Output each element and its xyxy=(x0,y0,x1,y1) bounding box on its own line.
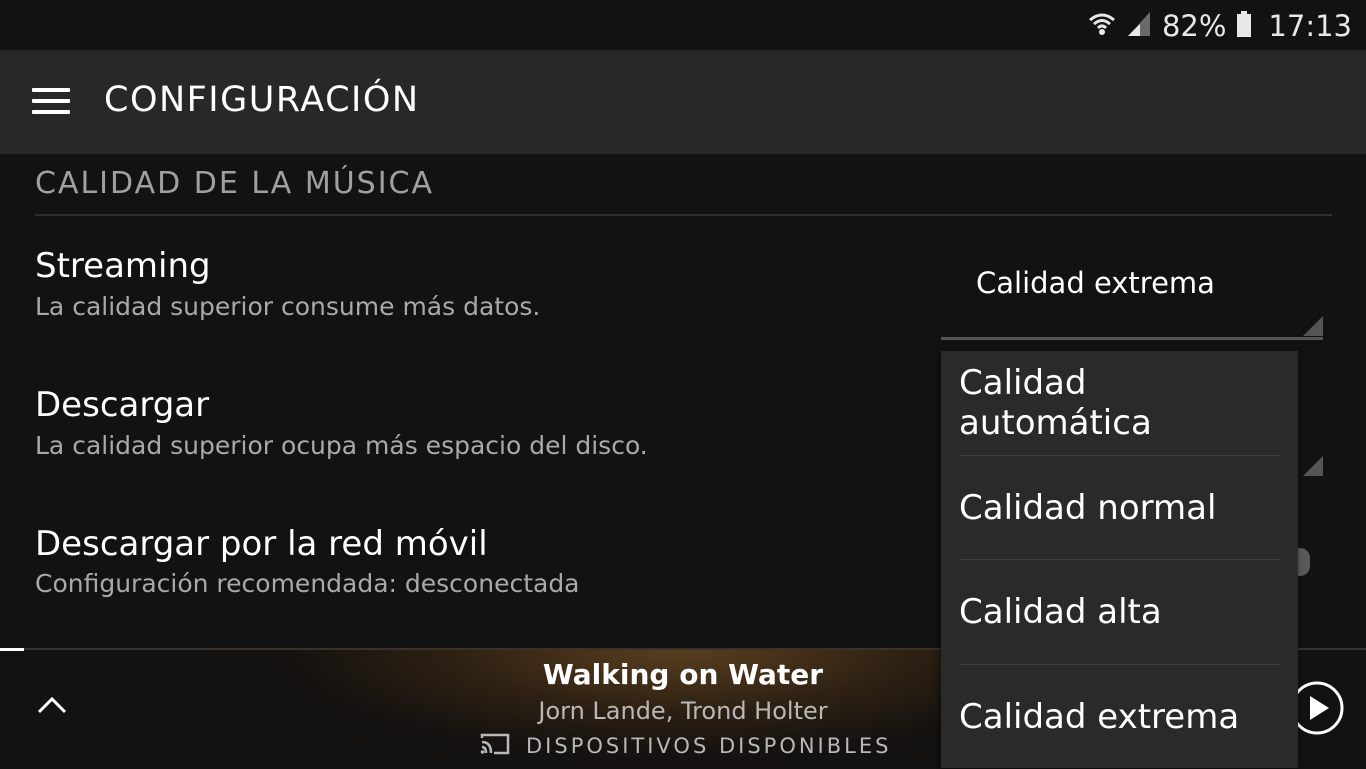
playback-progress xyxy=(0,648,24,651)
status-indicators: 82% 17:13 xyxy=(1088,6,1352,46)
download-title: Descargar xyxy=(35,385,210,425)
download-subtitle: La calidad superior ocupa más espacio de… xyxy=(35,431,648,460)
streaming-select-underline xyxy=(941,337,1323,340)
menu-icon[interactable] xyxy=(32,88,72,116)
section-header: CALIDAD DE LA MÚSICA xyxy=(35,166,435,201)
battery-icon xyxy=(1236,10,1252,42)
devices-label: DISPOSITIVOS DISPONIBLES xyxy=(526,734,892,758)
quality-dropdown-menu: Calidad automática Calidad normal Calida… xyxy=(941,351,1298,768)
mobile-download-title: Descargar por la red móvil xyxy=(35,524,488,564)
cast-icon xyxy=(480,732,510,760)
devices-available[interactable]: DISPOSITIVOS DISPONIBLES xyxy=(480,732,891,760)
app-bar: CONFIGURACIÓN xyxy=(0,50,1366,154)
wifi-icon xyxy=(1088,10,1116,42)
option-automatic-quality[interactable]: Calidad automática xyxy=(959,351,1280,455)
status-bar: 82% 17:13 xyxy=(0,0,1366,50)
streaming-title: Streaming xyxy=(35,246,211,286)
option-high-quality[interactable]: Calidad alta xyxy=(959,560,1280,664)
battery-percent: 82% xyxy=(1161,9,1227,43)
streaming-subtitle: La calidad superior consume más datos. xyxy=(35,292,541,321)
clock: 17:13 xyxy=(1268,9,1352,43)
dropdown-triangle-icon xyxy=(1303,316,1323,336)
streaming-quality-select[interactable]: Calidad extrema xyxy=(976,266,1215,300)
option-normal-quality[interactable]: Calidad normal xyxy=(959,456,1280,560)
mobile-download-subtitle: Configuración recomendada: desconectada xyxy=(35,569,580,598)
signal-icon xyxy=(1126,10,1152,42)
section-divider xyxy=(35,214,1332,216)
dropdown-triangle-icon[interactable] xyxy=(1303,456,1323,476)
option-extreme-quality[interactable]: Calidad extrema xyxy=(959,665,1280,769)
page-title: CONFIGURACIÓN xyxy=(104,80,420,120)
